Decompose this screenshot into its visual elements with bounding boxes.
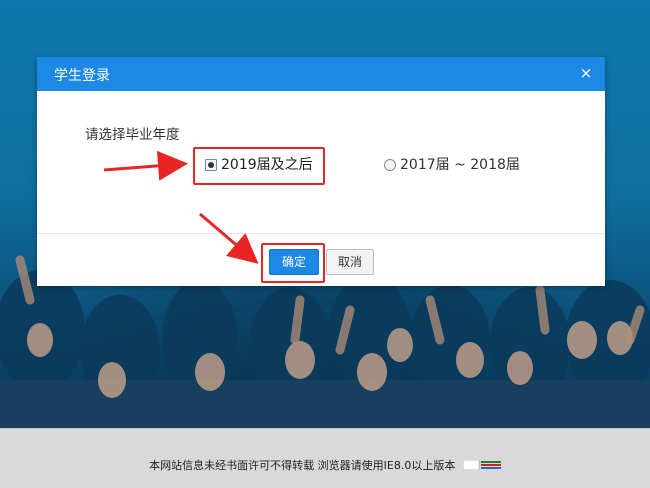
annotation-arrows [103, 150, 259, 264]
arrow-to-confirm-icon [199, 212, 259, 264]
arrow-to-option-icon [103, 150, 188, 181]
